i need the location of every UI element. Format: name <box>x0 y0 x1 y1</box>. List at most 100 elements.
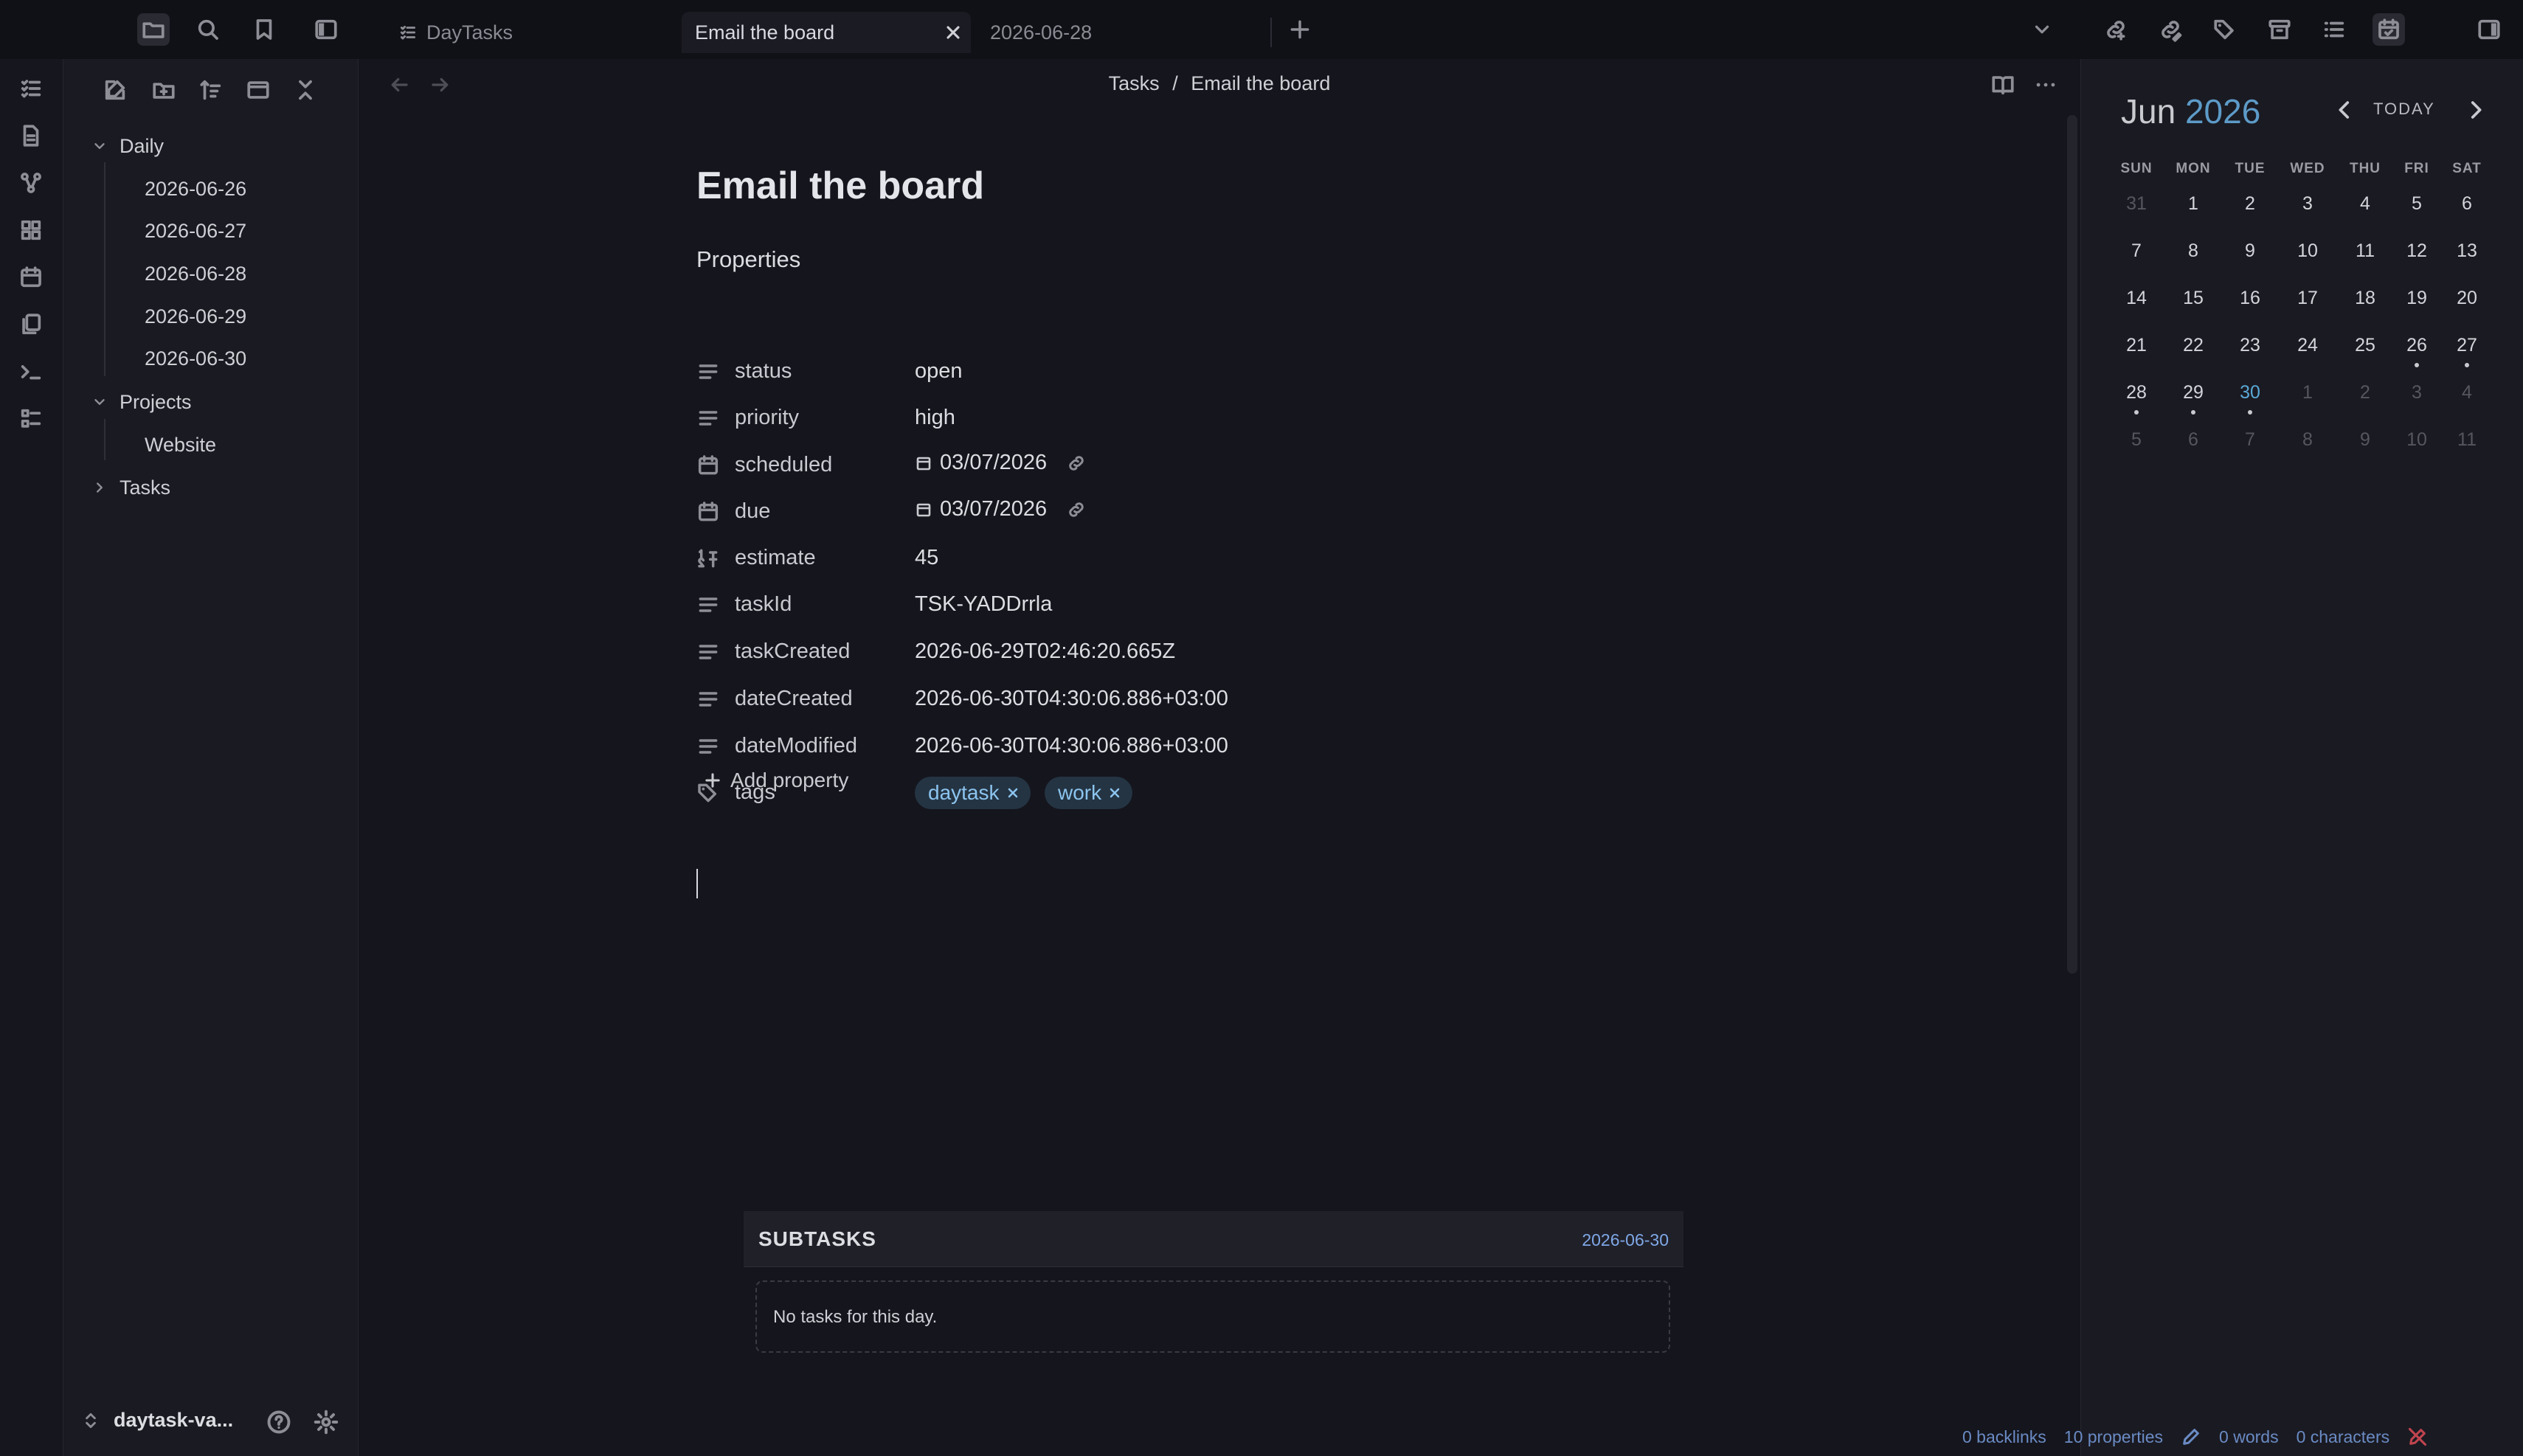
pencil-edit-icon[interactable] <box>2181 1426 2201 1447</box>
property-key[interactable]: dateModified <box>735 734 857 758</box>
calendar-day[interactable]: 3 <box>2391 382 2443 403</box>
calendar-day[interactable]: 1 <box>2282 382 2333 403</box>
date-value[interactable]: 03/07/2026 <box>915 497 1087 521</box>
calendar-day[interactable]: 29 <box>2167 382 2219 403</box>
vault-switcher[interactable]: daytask-va... <box>81 1409 233 1432</box>
new-note-icon[interactable] <box>99 74 131 106</box>
checklist-grid-icon[interactable] <box>16 404 46 434</box>
close-icon[interactable] <box>943 22 963 43</box>
calendar-day[interactable]: 11 <box>2339 240 2391 262</box>
calendar-day[interactable]: 2 <box>2339 382 2391 403</box>
date-value[interactable]: 03/07/2026 <box>915 451 1087 475</box>
canvas-grid-icon[interactable] <box>16 215 46 245</box>
sync-off-icon[interactable] <box>2407 1426 2428 1447</box>
properties-count[interactable]: 10 properties <box>2064 1427 2163 1447</box>
link-edit-icon[interactable] <box>2154 13 2187 46</box>
calendar-day[interactable]: 16 <box>2224 288 2276 309</box>
task-list-icon[interactable] <box>16 74 46 103</box>
calendar-check-icon[interactable] <box>2373 13 2405 46</box>
remove-tag-x-icon[interactable] <box>1006 786 1020 800</box>
calendar-day[interactable]: 6 <box>2441 193 2493 215</box>
calendar-day[interactable]: 11 <box>2441 429 2493 451</box>
sidebar-toggle-icon[interactable] <box>310 13 342 46</box>
calendar-day[interactable]: 26 <box>2391 335 2443 356</box>
collapse-view-icon[interactable] <box>242 74 274 106</box>
remove-tag-x-icon[interactable] <box>1107 786 1122 800</box>
file-website[interactable]: Website <box>145 430 216 460</box>
calendar-day[interactable]: 5 <box>2391 193 2443 215</box>
calendar-day[interactable]: 19 <box>2391 288 2443 309</box>
calendar-day[interactable]: 17 <box>2282 288 2333 309</box>
terminal-icon[interactable] <box>16 357 46 386</box>
tag-pill-work[interactable]: work <box>1045 777 1133 809</box>
calendar-day[interactable]: 15 <box>2167 288 2219 309</box>
calendar-day[interactable]: 4 <box>2339 193 2391 215</box>
tag-pill-daytask[interactable]: daytask <box>915 777 1031 809</box>
property-row-scheduled[interactable]: scheduled 03/07/2026 <box>696 443 1655 485</box>
sort-icon[interactable] <box>195 74 227 106</box>
search-icon[interactable] <box>192 13 224 46</box>
calendar-day[interactable]: 6 <box>2167 429 2219 451</box>
property-row-priority[interactable]: priority high <box>696 396 1655 437</box>
file-2026-06-30[interactable]: 2026-06-30 <box>145 344 246 373</box>
calendar-day[interactable]: 23 <box>2224 335 2276 356</box>
document-icon[interactable] <box>16 121 46 150</box>
new-folder-icon[interactable] <box>148 74 180 106</box>
folder-daily[interactable]: Daily <box>120 131 164 161</box>
property-row-taskid[interactable]: taskId TSK-YADDrrla <box>696 583 1655 624</box>
calendar-day[interactable]: 5 <box>2111 429 2162 451</box>
help-icon[interactable] <box>266 1409 292 1435</box>
calendar-day[interactable]: 27 <box>2441 335 2493 356</box>
more-options-icon[interactable] <box>2033 72 2058 97</box>
property-key[interactable]: due <box>735 499 770 524</box>
property-value[interactable]: high <box>915 406 955 430</box>
editor-scrollbar[interactable] <box>2067 115 2077 974</box>
collapse-all-icon[interactable] <box>289 74 322 106</box>
properties-heading[interactable]: Properties <box>696 246 800 273</box>
chevron-down-icon[interactable] <box>91 138 108 154</box>
property-value[interactable]: open <box>915 359 963 384</box>
calendar-day[interactable]: 8 <box>2167 240 2219 262</box>
tab-email-the-board[interactable]: Email the board <box>682 12 971 53</box>
calendar-icon[interactable] <box>16 263 46 292</box>
calendar-day[interactable]: 8 <box>2282 429 2333 451</box>
calendar-day[interactable]: 14 <box>2111 288 2162 309</box>
file-2026-06-26[interactable]: 2026-06-26 <box>145 174 246 204</box>
prev-month-chevron-left-icon[interactable] <box>2332 97 2357 122</box>
calendar-day[interactable]: 30 <box>2224 382 2276 403</box>
property-key[interactable]: status <box>735 359 792 384</box>
today-button[interactable]: TODAY <box>2373 100 2435 119</box>
calendar-day[interactable]: 12 <box>2391 240 2443 262</box>
calendar-day[interactable]: 31 <box>2111 193 2162 215</box>
backlinks-count[interactable]: 0 backlinks <box>1962 1427 2046 1447</box>
date-text[interactable]: 03/07/2026 <box>940 497 1047 521</box>
calendar-day[interactable]: 28 <box>2111 382 2162 403</box>
calendar-day[interactable]: 7 <box>2111 240 2162 262</box>
folder-tasks[interactable]: Tasks <box>120 473 170 502</box>
calendar-day[interactable]: 24 <box>2282 335 2333 356</box>
tags-icon[interactable] <box>2209 13 2241 46</box>
property-value[interactable]: 2026-06-30T04:30:06.886+03:00 <box>915 734 1228 758</box>
calendar-day[interactable]: 13 <box>2441 240 2493 262</box>
file-2026-06-28[interactable]: 2026-06-28 <box>145 259 246 288</box>
link-icon[interactable] <box>1066 453 1087 474</box>
property-value[interactable]: 2026-06-29T02:46:20.665Z <box>915 639 1175 664</box>
tab-list-chevron-down-icon[interactable] <box>2026 13 2058 46</box>
property-row-taskcreated[interactable]: taskCreated 2026-06-29T02:46:20.665Z <box>696 630 1655 671</box>
calendar-day[interactable]: 9 <box>2224 240 2276 262</box>
calendar-day[interactable]: 9 <box>2339 429 2391 451</box>
calendar-day[interactable]: 7 <box>2224 429 2276 451</box>
calendar-day[interactable]: 10 <box>2391 429 2443 451</box>
folder-projects[interactable]: Projects <box>120 387 192 417</box>
property-row-due[interactable]: due 03/07/2026 <box>696 490 1655 531</box>
property-row-datemodified[interactable]: dateModified 2026-06-30T04:30:06.886+03:… <box>696 724 1655 766</box>
property-row-status[interactable]: status open <box>696 350 1655 391</box>
property-key[interactable]: estimate <box>735 546 816 570</box>
property-value[interactable]: 45 <box>915 546 938 570</box>
archive-icon[interactable] <box>2263 13 2296 46</box>
property-key[interactable]: priority <box>735 406 799 430</box>
property-value[interactable]: 2026-06-30T04:30:06.886+03:00 <box>915 687 1228 711</box>
bookmark-icon[interactable] <box>248 13 280 46</box>
calendar-day[interactable]: 10 <box>2282 240 2333 262</box>
property-key[interactable]: taskId <box>735 592 792 617</box>
